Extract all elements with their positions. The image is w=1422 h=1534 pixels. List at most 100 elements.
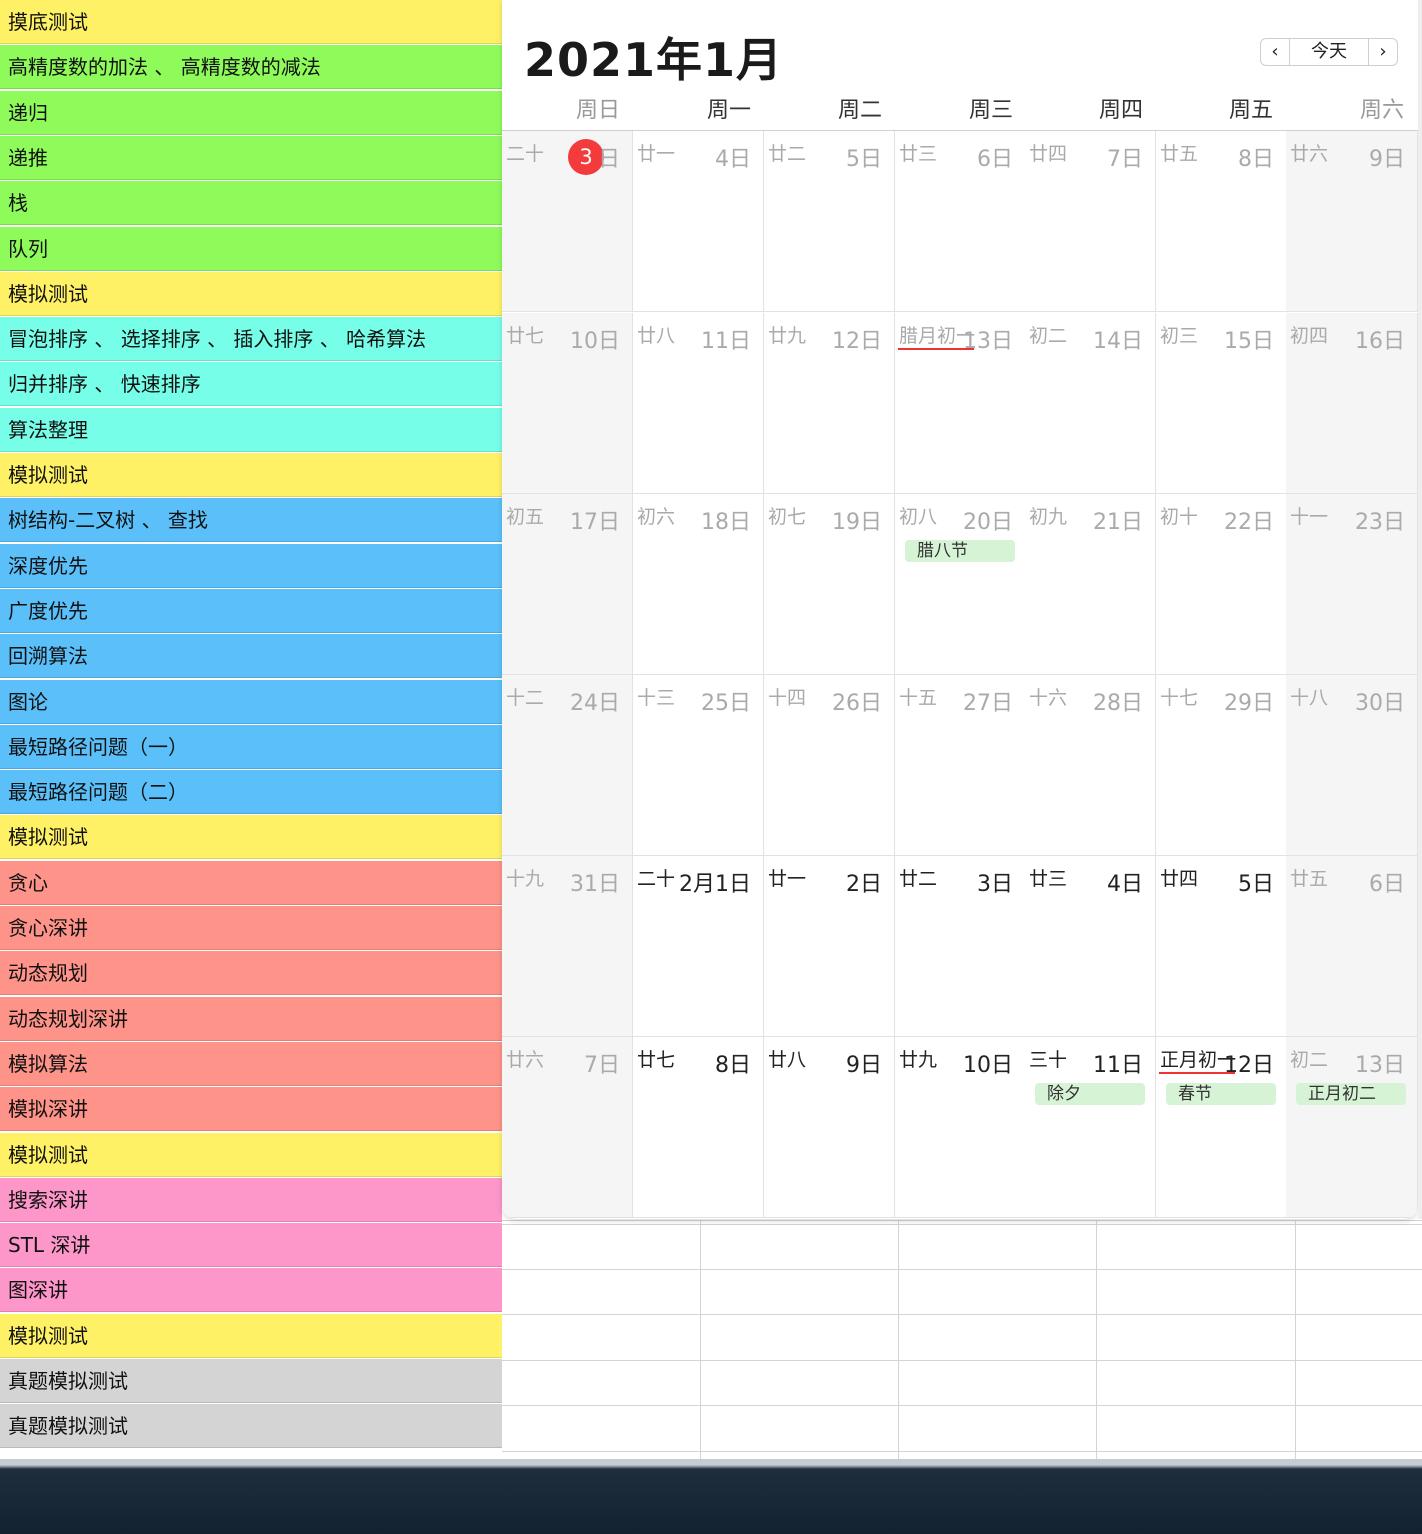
- topic-row[interactable]: 归并排序 、 快速排序: [0, 362, 502, 406]
- calendar-day-cell[interactable]: 初九 21日: [1025, 494, 1156, 675]
- calendar-day-cell[interactable]: 廿九 10日: [895, 1037, 1026, 1218]
- topic-row[interactable]: 冒泡排序 、 选择排序 、 插入排序 、 哈希算法: [0, 317, 502, 361]
- topic-row[interactable]: 高精度数的加法 、 高精度数的减法: [0, 45, 502, 89]
- calendar-day-cell[interactable]: 腊月初一 13日: [895, 313, 1026, 494]
- grid-line: [502, 1269, 1422, 1270]
- calendar-day-cell[interactable]: 十一 23日: [1286, 494, 1418, 675]
- calendar-day-cell[interactable]: 初七 19日: [764, 494, 895, 675]
- topic-row[interactable]: 模拟测试: [0, 272, 502, 316]
- topic-row[interactable]: 模拟算法: [0, 1042, 502, 1086]
- calendar-day-cell[interactable]: 廿九 12日: [764, 313, 895, 494]
- calendar-day-cell[interactable]: 初六 18日: [633, 494, 764, 675]
- previous-month-button[interactable]: ‹: [1260, 38, 1290, 66]
- calendar-day-cell[interactable]: 廿六 9日: [1286, 131, 1418, 312]
- calendar-day-cell[interactable]: 廿六 7日: [502, 1037, 633, 1218]
- topic-row[interactable]: 递推: [0, 136, 502, 180]
- solar-date: 9日: [846, 1053, 882, 1078]
- topic-row[interactable]: 动态规划深讲: [0, 997, 502, 1041]
- topic-row[interactable]: 搜索深讲: [0, 1178, 502, 1222]
- calendar-day-cell[interactable]: 廿八 11日: [633, 313, 764, 494]
- topic-row[interactable]: 模拟测试: [0, 1133, 502, 1177]
- lunar-date: 三十: [1029, 1049, 1068, 1071]
- lunar-month-start-marker: [898, 348, 974, 350]
- lunar-date: 廿一: [768, 868, 807, 890]
- calendar-day-cell[interactable]: 十八 30日: [1286, 675, 1418, 856]
- topic-row[interactable]: 贪心深讲: [0, 906, 502, 950]
- lunar-date: 廿五: [1160, 143, 1199, 165]
- calendar-day-cell[interactable]: 廿二 5日: [764, 131, 895, 312]
- topic-row[interactable]: 真题模拟测试: [0, 1359, 502, 1403]
- calendar-day-cell[interactable]: 廿三 4日: [1025, 856, 1156, 1037]
- topic-row[interactable]: 栈: [0, 181, 502, 225]
- calendar-day-cell[interactable]: 十六 28日: [1025, 675, 1156, 856]
- next-month-button[interactable]: ›: [1368, 38, 1398, 66]
- lunar-date: 廿二: [768, 143, 807, 165]
- calendar-day-cell[interactable]: 初八 20日 腊八节: [895, 494, 1026, 675]
- solar-date: 2日: [846, 872, 882, 897]
- today-button[interactable]: 今天: [1290, 38, 1368, 66]
- solar-date: 3日: [977, 872, 1013, 897]
- calendar-day-cell[interactable]: 初四 16日: [1286, 313, 1418, 494]
- topic-row[interactable]: 算法整理: [0, 408, 502, 452]
- topic-row[interactable]: 摸底测试: [0, 0, 502, 44]
- topic-row[interactable]: 真题模拟测试: [0, 1404, 502, 1448]
- calendar-day-cell[interactable]: 廿三 6日: [895, 131, 1026, 312]
- solar-date: 12日: [1224, 1053, 1274, 1078]
- lunar-date: 二十: [637, 868, 676, 890]
- topic-row[interactable]: 模拟测试: [0, 815, 502, 859]
- topic-row[interactable]: 树结构-二叉树 、 查找: [0, 498, 502, 542]
- calendar-day-cell[interactable]: 初二 14日: [1025, 313, 1156, 494]
- calendar-day-cell[interactable]: 廿五 6日: [1286, 856, 1418, 1037]
- holiday-event[interactable]: 正月初二: [1296, 1083, 1406, 1105]
- calendar-day-cell[interactable]: 初二 13日 正月初二: [1286, 1037, 1418, 1218]
- topic-row[interactable]: 递归: [0, 91, 502, 135]
- calendar-day-cell[interactable]: 十五 27日: [895, 675, 1026, 856]
- calendar-day-cell[interactable]: 廿八 9日: [764, 1037, 895, 1218]
- chevron-right-icon: ›: [1379, 41, 1387, 62]
- topic-row[interactable]: 模拟深讲: [0, 1087, 502, 1131]
- topic-row[interactable]: 模拟测试: [0, 453, 502, 497]
- calendar-day-cell[interactable]: 初十 22日: [1156, 494, 1287, 675]
- calendar-day-cell[interactable]: 廿二 3日: [895, 856, 1026, 1037]
- lunar-date: 十一: [1290, 506, 1329, 528]
- calendar-day-cell[interactable]: 三十 11日 除夕: [1025, 1037, 1156, 1218]
- calendar-day-cell[interactable]: 十二 24日: [502, 675, 633, 856]
- grid-line: [700, 1220, 701, 1459]
- topic-row[interactable]: 图论: [0, 680, 502, 724]
- calendar-day-cell[interactable]: 廿七 8日: [633, 1037, 764, 1218]
- topic-row[interactable]: 队列: [0, 227, 502, 271]
- calendar-day-cell[interactable]: 廿四 5日: [1156, 856, 1287, 1037]
- calendar-day-cell[interactable]: 十三 25日: [633, 675, 764, 856]
- spreadsheet-grid[interactable]: [502, 1220, 1422, 1459]
- calendar-day-cell[interactable]: 二十 3 日: [502, 131, 633, 312]
- topic-row[interactable]: 深度优先: [0, 544, 502, 588]
- topic-row[interactable]: 贪心: [0, 861, 502, 905]
- topic-row[interactable]: STL 深讲: [0, 1223, 502, 1267]
- topic-row[interactable]: 回溯算法: [0, 634, 502, 678]
- topic-row[interactable]: 模拟测试: [0, 1314, 502, 1358]
- calendar-title: 2021年1月: [524, 33, 784, 87]
- calendar-day-cell[interactable]: 二十 2月1日: [633, 856, 764, 1037]
- holiday-event[interactable]: 腊八节: [905, 540, 1015, 562]
- calendar-day-cell[interactable]: 正月初一 12日 春节: [1156, 1037, 1287, 1218]
- holiday-event[interactable]: 春节: [1166, 1083, 1276, 1105]
- lunar-date: 廿七: [506, 325, 545, 347]
- holiday-event[interactable]: 除夕: [1035, 1083, 1145, 1105]
- solar-date: 8日: [1238, 147, 1274, 172]
- topic-row[interactable]: 广度优先: [0, 589, 502, 633]
- calendar-day-cell[interactable]: 廿一 4日: [633, 131, 764, 312]
- calendar-day-cell[interactable]: 十四 26日: [764, 675, 895, 856]
- topic-row[interactable]: 图深讲: [0, 1268, 502, 1312]
- calendar-day-cell[interactable]: 初三 15日: [1156, 313, 1287, 494]
- calendar-day-cell[interactable]: 十七 29日: [1156, 675, 1287, 856]
- calendar-day-cell[interactable]: 廿四 7日: [1025, 131, 1156, 312]
- calendar-day-cell[interactable]: 十九 31日: [502, 856, 633, 1037]
- lunar-date: 十三: [637, 687, 676, 709]
- topic-row[interactable]: 最短路径问题（一）: [0, 725, 502, 769]
- calendar-day-cell[interactable]: 初五 17日: [502, 494, 633, 675]
- topic-row[interactable]: 最短路径问题（二）: [0, 770, 502, 814]
- calendar-day-cell[interactable]: 廿一 2日: [764, 856, 895, 1037]
- calendar-day-cell[interactable]: 廿七 10日: [502, 313, 633, 494]
- calendar-day-cell[interactable]: 廿五 8日: [1156, 131, 1287, 312]
- topic-row[interactable]: 动态规划: [0, 951, 502, 995]
